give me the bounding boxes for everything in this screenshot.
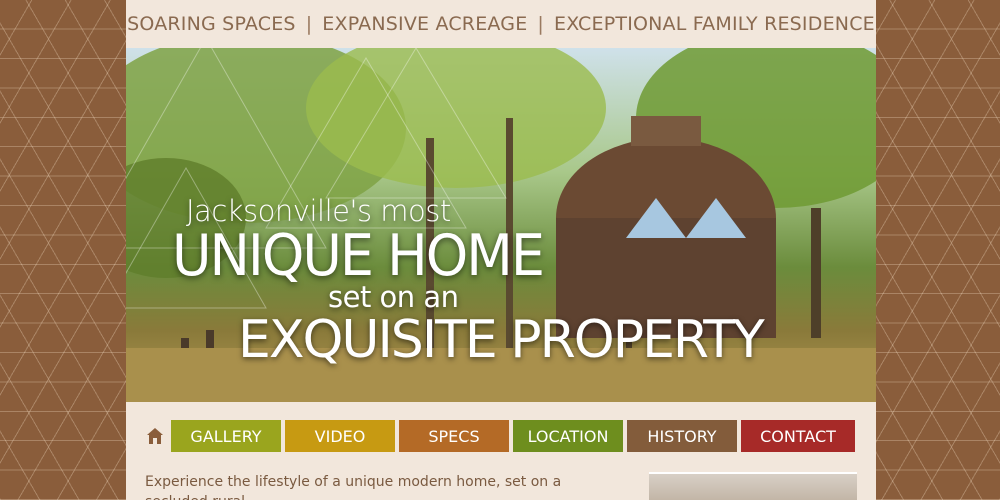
main-nav: GALLERY VIDEO SPECS LOCATION HISTORY CON… (146, 420, 859, 452)
tagline-item-residence: EXCEPTIONAL FAMILY RESIDENCE (554, 13, 875, 35)
tagline-separator: | (537, 13, 545, 35)
home-icon[interactable] (146, 427, 164, 445)
nav-video[interactable]: VIDEO (285, 420, 395, 452)
nav-specs[interactable]: SPECS (399, 420, 509, 452)
headline-line-2: UNIQUE HOME (172, 222, 545, 289)
nav-location[interactable]: LOCATION (513, 420, 623, 452)
page-container: SOARING SPACES | EXPANSIVE ACREAGE | EXC… (126, 0, 876, 500)
headline-line-4: EXQUISITE PROPERTY (238, 310, 765, 370)
nav-contact[interactable]: CONTACT (741, 420, 855, 452)
headline-line-3: set on an (328, 280, 459, 314)
hero-banner: Jacksonville's most UNIQUE HOME set on a… (126, 48, 876, 402)
tagline: SOARING SPACES | EXPANSIVE ACREAGE | EXC… (126, 0, 876, 48)
nav-history[interactable]: HISTORY (627, 420, 737, 452)
hero-headline: Jacksonville's most UNIQUE HOME set on a… (126, 48, 876, 402)
tagline-separator: | (305, 13, 313, 35)
tagline-item-acreage: EXPANSIVE ACREAGE (322, 13, 528, 35)
tagline-item-soaring: SOARING SPACES (127, 13, 296, 35)
interior-photo-thumbnail[interactable] (649, 472, 857, 500)
nav-gallery[interactable]: GALLERY (171, 420, 281, 452)
intro-paragraph: Experience the lifestyle of a unique mod… (145, 474, 562, 500)
